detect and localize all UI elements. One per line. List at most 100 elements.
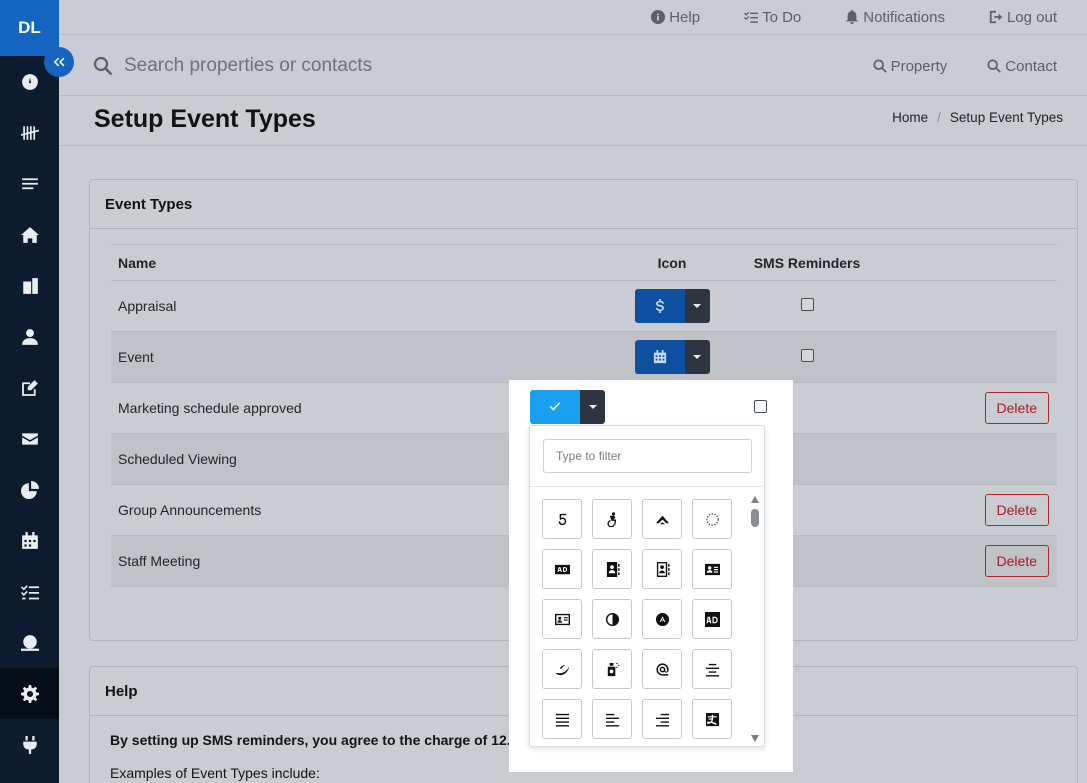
list-icon[interactable]: [0, 158, 59, 209]
examples-text: Examples of Event Types include:: [110, 765, 320, 781]
dropdown-toggle[interactable]: [580, 390, 605, 424]
help-link-label: Help: [669, 8, 701, 26]
delete-button[interactable]: Delete: [984, 494, 1049, 526]
icon-grid: [542, 499, 742, 739]
search-icon: [873, 59, 887, 73]
icon-option[interactable]: [642, 599, 682, 639]
delete-button[interactable]: Delete: [984, 392, 1049, 424]
pie-chart-icon[interactable]: [0, 464, 59, 515]
icon-option[interactable]: [592, 649, 632, 689]
adjust-icon: [605, 612, 619, 626]
column-actions: [877, 244, 1057, 281]
plug-icon[interactable]: [0, 719, 59, 770]
align-center-icon: [705, 663, 719, 677]
sidebar: DL: [0, 0, 59, 783]
sms-reminder-checkbox[interactable]: [800, 349, 814, 362]
icon-option[interactable]: [542, 699, 582, 739]
icon-filter-input[interactable]: [543, 439, 752, 473]
icon-picker-popup: [509, 380, 793, 772]
search-icon: [987, 59, 1002, 73]
icon-picker-button[interactable]: [634, 340, 710, 374]
building-icon[interactable]: [0, 260, 59, 311]
tasks-icon[interactable]: [0, 566, 59, 617]
address-book-icon: [606, 561, 620, 577]
scroll-thumb[interactable]: [751, 509, 759, 527]
edit-icon[interactable]: [0, 362, 59, 413]
logo[interactable]: DL: [0, 0, 59, 56]
todo-link[interactable]: To Do: [744, 9, 801, 26]
affiliatetheme-icon: [555, 664, 569, 675]
icon-option[interactable]: [592, 549, 632, 589]
double-chevron-left-icon: [53, 57, 65, 67]
icon-option[interactable]: [642, 649, 682, 689]
icon-option[interactable]: [692, 499, 732, 539]
icon-option[interactable]: [542, 649, 582, 689]
address-card-icon: [704, 563, 720, 575]
circle-notch-icon: [705, 512, 719, 526]
search-contact-link[interactable]: Contact: [987, 58, 1057, 75]
icon-picker-button[interactable]: [634, 289, 710, 323]
column-name: Name: [111, 244, 607, 281]
sign-out-icon: [989, 10, 1003, 24]
check-icon: [549, 402, 561, 411]
icon-grid-scrollbar[interactable]: [750, 496, 760, 742]
notifications-link[interactable]: Notifications: [845, 9, 945, 26]
adversal-icon: [704, 611, 720, 627]
500px-icon: [558, 513, 566, 525]
icon-option[interactable]: [692, 649, 732, 689]
delete-button[interactable]: Delete: [984, 545, 1049, 577]
ad-icon: [554, 564, 570, 574]
logout-link[interactable]: Log out: [989, 9, 1057, 26]
calendar-icon: [653, 350, 666, 364]
dollar-icon: [655, 299, 664, 313]
money-icon[interactable]: [0, 617, 59, 668]
column-icon: Icon: [607, 244, 737, 281]
icon-option[interactable]: [642, 549, 682, 589]
divider: [530, 486, 764, 487]
caret-down-icon: [588, 405, 597, 409]
top-bar: Help To Do Notifications Log out: [59, 0, 1087, 35]
caret-down-icon: [693, 304, 701, 308]
icon-option[interactable]: [592, 499, 632, 539]
search-icon: [93, 56, 113, 75]
help-link[interactable]: Help: [651, 9, 700, 26]
breadcrumb-separator: /: [937, 110, 941, 125]
icon-option[interactable]: [642, 499, 682, 539]
alipay-icon: [705, 712, 719, 726]
scroll-down-arrow[interactable]: [751, 735, 759, 742]
sms-reminder-checkbox[interactable]: [800, 298, 814, 311]
tally-icon[interactable]: [0, 107, 59, 158]
icon-option[interactable]: [542, 599, 582, 639]
envelope-icon[interactable]: [0, 413, 59, 464]
accessible-icon: [607, 511, 616, 527]
page-title: Setup Event Types: [94, 105, 316, 133]
search-input[interactable]: [124, 54, 624, 77]
calendar-icon[interactable]: [0, 515, 59, 566]
person-icon[interactable]: [0, 311, 59, 362]
algolia-icon: [655, 662, 669, 676]
search-property-link[interactable]: Property: [873, 58, 947, 75]
align-right-icon: [655, 713, 669, 727]
icon-option[interactable]: [592, 599, 632, 639]
page-header: Setup Event Types Home / Setup Event Typ…: [59, 96, 1087, 146]
icon-option[interactable]: [542, 549, 582, 589]
sms-charge-note: By setting up SMS reminders, you agree t…: [110, 732, 559, 748]
icon-picker-button-active[interactable]: [530, 390, 605, 424]
sms-reminder-checkbox[interactable]: [754, 400, 767, 413]
collapse-sidebar-button[interactable]: [44, 47, 74, 77]
icon-option[interactable]: [642, 699, 682, 739]
gear-icon[interactable]: [0, 668, 59, 719]
todo-link-label: To Do: [762, 8, 802, 26]
dropdown-toggle[interactable]: [684, 289, 710, 323]
home-icon[interactable]: [0, 209, 59, 260]
icon-option[interactable]: [692, 699, 732, 739]
search-contact-label: Contact: [1005, 57, 1057, 75]
icon-option[interactable]: [542, 499, 582, 539]
breadcrumb-home[interactable]: Home: [892, 110, 928, 125]
align-left-icon: [605, 713, 619, 727]
dropdown-toggle[interactable]: [684, 340, 710, 374]
icon-option[interactable]: [592, 699, 632, 739]
icon-option[interactable]: [692, 599, 732, 639]
icon-option[interactable]: [692, 549, 732, 589]
scroll-up-arrow[interactable]: [751, 496, 759, 503]
